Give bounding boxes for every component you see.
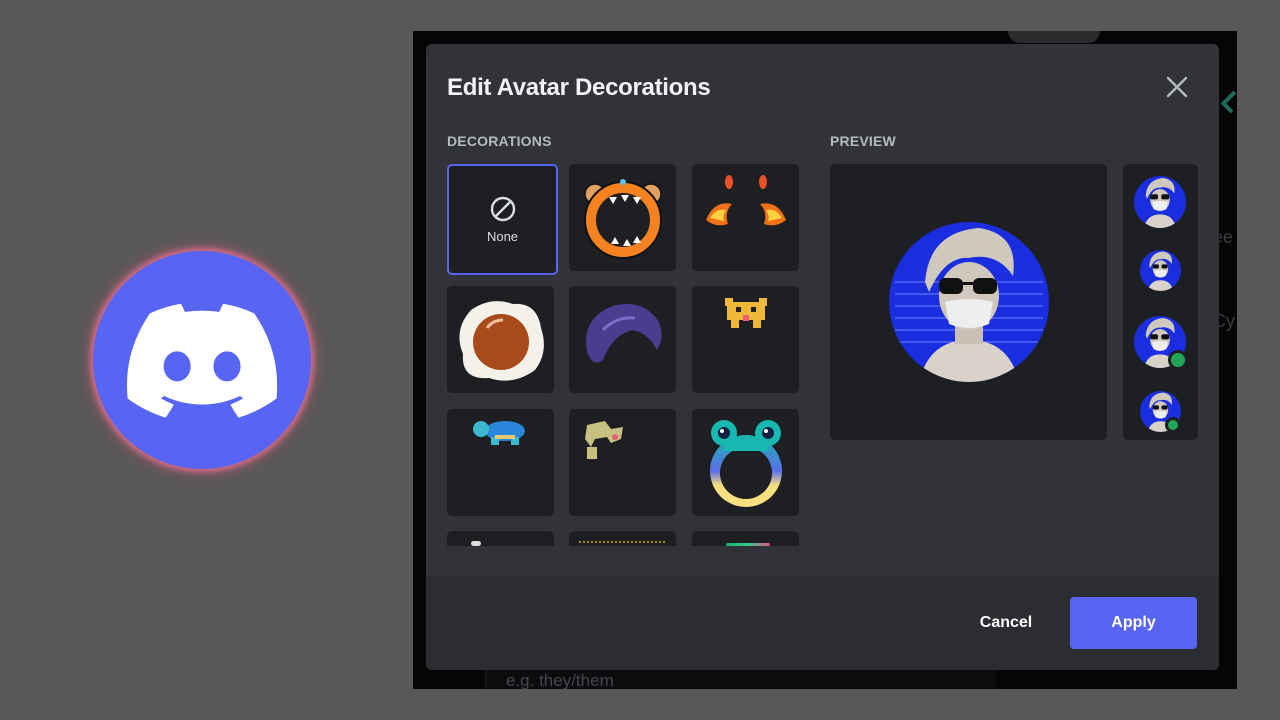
avatar-image (1140, 250, 1181, 291)
decoration-icon (726, 543, 770, 546)
fire-decoration (705, 174, 786, 225)
decoration-bear-mouth[interactable] (569, 164, 676, 271)
decoration-pixel-creature[interactable] (569, 409, 676, 516)
avatar-size-small (1140, 250, 1181, 291)
pixel-creature-decoration (585, 421, 623, 459)
decoration-none[interactable]: None (447, 164, 558, 275)
preview-large (830, 164, 1107, 440)
preview-sizes (1123, 164, 1198, 440)
avatar-size-large (1134, 176, 1186, 228)
online-status-icon (1168, 350, 1188, 370)
decoration-item-12[interactable] (692, 531, 799, 546)
pronouns-input[interactable]: e.g. they/them (485, 667, 996, 689)
pronouns-placeholder: e.g. they/them (506, 671, 614, 689)
none-icon (490, 196, 515, 222)
avatar-large (888, 222, 1049, 382)
decoration-icon (579, 541, 665, 546)
decoration-fried-egg[interactable] (447, 286, 554, 393)
edit-avatar-decorations-modal: Edit Avatar Decorations DECORATIONS PREV… (426, 44, 1219, 670)
decoration-purple-hair[interactable] (569, 286, 676, 393)
avatar-image (888, 222, 1049, 382)
close-button[interactable] (1162, 72, 1192, 102)
pixel-turtle-decoration (472, 421, 525, 445)
decoration-pixel-turtle[interactable] (447, 409, 554, 516)
avatar-image (1134, 176, 1186, 228)
fried-egg-decoration (458, 300, 544, 381)
pixel-cat-decoration (724, 298, 767, 328)
bear-mouth-decoration (583, 178, 662, 259)
frog-ring-decoration (709, 419, 782, 507)
decorations-grid[interactable]: None (447, 164, 807, 546)
decoration-icon (471, 541, 481, 546)
decoration-item-11[interactable] (569, 531, 676, 546)
avatar-size-large-online (1134, 316, 1188, 370)
decorations-label: DECORATIONS (447, 133, 552, 149)
close-icon (1166, 76, 1188, 98)
decoration-fire[interactable] (692, 164, 799, 271)
cancel-button[interactable]: Cancel (962, 597, 1050, 649)
discord-clyde-icon (127, 303, 277, 418)
background-chevron-icon (1220, 90, 1237, 114)
none-label: None (486, 229, 519, 244)
online-status-icon (1165, 417, 1181, 433)
purple-hair-decoration (585, 303, 662, 363)
decoration-frog-ring[interactable] (692, 409, 799, 516)
modal-footer: Cancel Apply (426, 576, 1219, 670)
preview-label: PREVIEW (830, 133, 896, 149)
apply-button[interactable]: Apply (1070, 597, 1197, 649)
discord-logo (93, 251, 311, 469)
decoration-pixel-cat[interactable] (692, 286, 799, 393)
decoration-item-10[interactable] (447, 531, 554, 546)
avatar-size-small-online (1140, 391, 1181, 433)
background-avatar (1008, 31, 1100, 43)
modal-title: Edit Avatar Decorations (447, 74, 711, 101)
